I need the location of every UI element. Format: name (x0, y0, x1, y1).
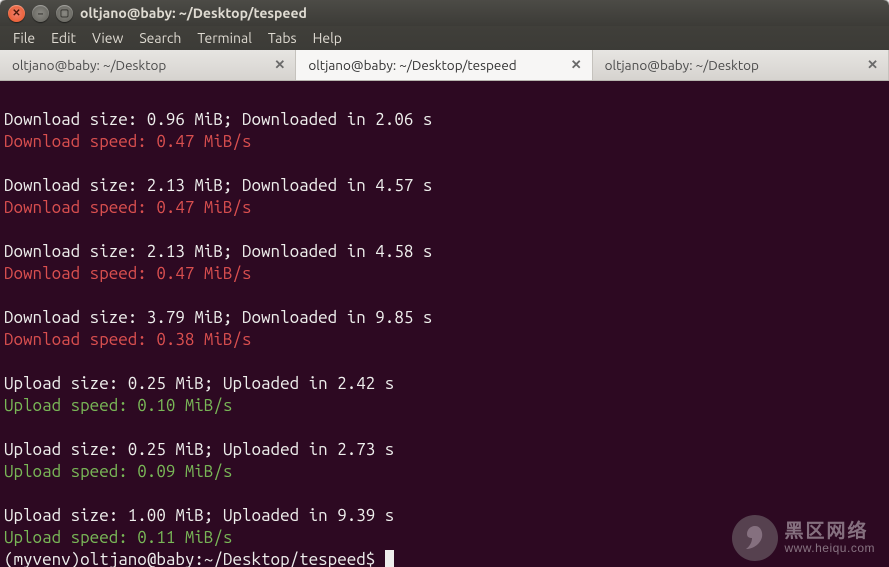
tab-1[interactable]: oltjano@baby: ~/Desktop ✕ (0, 50, 296, 80)
tabstrip: oltjano@baby: ~/Desktop ✕ oltjano@baby: … (0, 50, 889, 81)
terminal-body[interactable]: Download size: 0.96 MiB; Downloaded in 2… (0, 81, 889, 567)
menu-edit[interactable]: Edit (44, 28, 83, 48)
menu-terminal[interactable]: Terminal (190, 28, 259, 48)
tab-label: oltjano@baby: ~/Desktop (605, 57, 759, 73)
minimize-icon[interactable]: – (32, 5, 49, 22)
window-title: oltjano@baby: ~/Desktop/tespeed (80, 5, 307, 21)
close-tab-icon[interactable]: ✕ (867, 58, 878, 73)
menu-search[interactable]: Search (132, 28, 188, 48)
cursor-icon (385, 550, 394, 567)
titlebar: ✕ – ▢ oltjano@baby: ~/Desktop/tespeed (0, 0, 889, 26)
tab-label: oltjano@baby: ~/Desktop (12, 57, 166, 73)
menu-file[interactable]: File (6, 28, 42, 48)
close-tab-icon[interactable]: ✕ (571, 58, 582, 73)
terminal-window: ✕ – ▢ oltjano@baby: ~/Desktop/tespeed Fi… (0, 0, 889, 567)
maximize-icon[interactable]: ▢ (56, 5, 73, 22)
close-tab-icon[interactable]: ✕ (274, 58, 285, 73)
menubar: File Edit View Search Terminal Tabs Help (0, 26, 889, 50)
menu-view[interactable]: View (85, 28, 130, 48)
tab-3[interactable]: oltjano@baby: ~/Desktop ✕ (593, 50, 889, 80)
tab-label: oltjano@baby: ~/Desktop/tespeed (308, 57, 516, 73)
menu-help[interactable]: Help (306, 28, 349, 48)
close-icon[interactable]: ✕ (8, 5, 25, 22)
tab-2[interactable]: oltjano@baby: ~/Desktop/tespeed ✕ (296, 50, 592, 80)
menu-tabs[interactable]: Tabs (261, 28, 304, 48)
